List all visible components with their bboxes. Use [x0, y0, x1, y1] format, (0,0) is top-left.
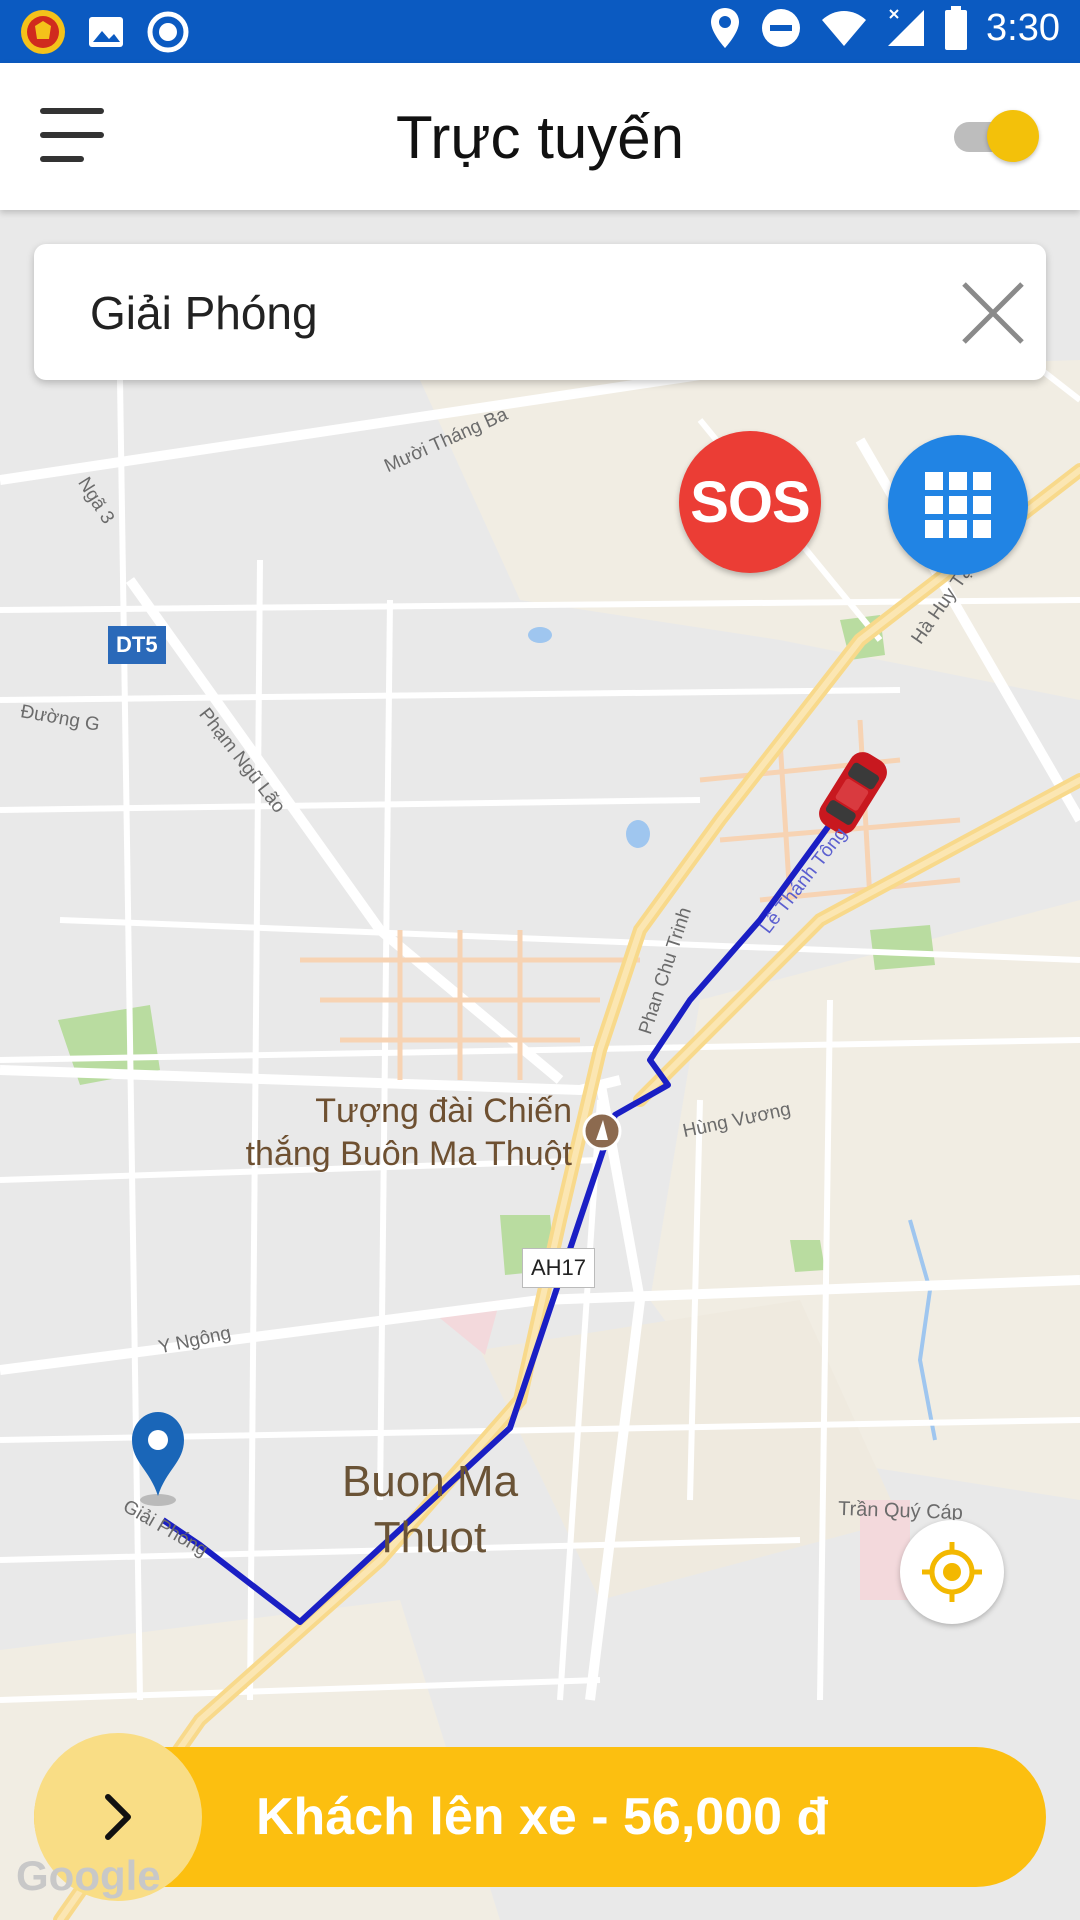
do-not-disturb-icon	[762, 9, 801, 47]
grid-icon[interactable]	[888, 435, 1028, 575]
clock: 3:30	[986, 6, 1060, 49]
monument-pin-icon	[582, 1111, 622, 1151]
wifi-icon	[822, 11, 867, 46]
status-bar: 3:30	[0, 0, 1080, 63]
route-shield-dt5: DT5	[108, 626, 166, 664]
my-location-icon[interactable]	[900, 1520, 1004, 1624]
passenger-pickup-button[interactable]: Khách lên xe - 56,000 đ	[34, 1733, 1046, 1901]
pickup-label: Khách lên xe - 56,000 đ	[256, 1788, 829, 1846]
battery-icon	[945, 6, 968, 50]
city-label: Buon Ma Thuot	[341, 1457, 519, 1562]
route-shield-ah17: AH17	[522, 1248, 596, 1288]
gallery-icon	[89, 17, 123, 47]
signal-icon	[888, 9, 925, 46]
google-attribution: Google	[16, 1852, 161, 1899]
search-input[interactable]: Giải Phóng	[90, 286, 318, 340]
app-logo-icon	[21, 10, 65, 54]
close-icon[interactable]	[958, 278, 1028, 348]
poi-label: Tượng đài Chiến thắng Buôn Ma Thuột	[245, 1092, 572, 1173]
sos-button[interactable]: SOS	[679, 431, 821, 573]
app-bar: Trực tuyến	[0, 63, 1080, 210]
page-title: Trực tuyến	[395, 104, 685, 171]
search-card[interactable]: Giải Phóng	[34, 244, 1046, 380]
location-icon	[711, 8, 740, 48]
record-icon	[147, 11, 189, 53]
online-toggle[interactable]	[954, 110, 1039, 162]
